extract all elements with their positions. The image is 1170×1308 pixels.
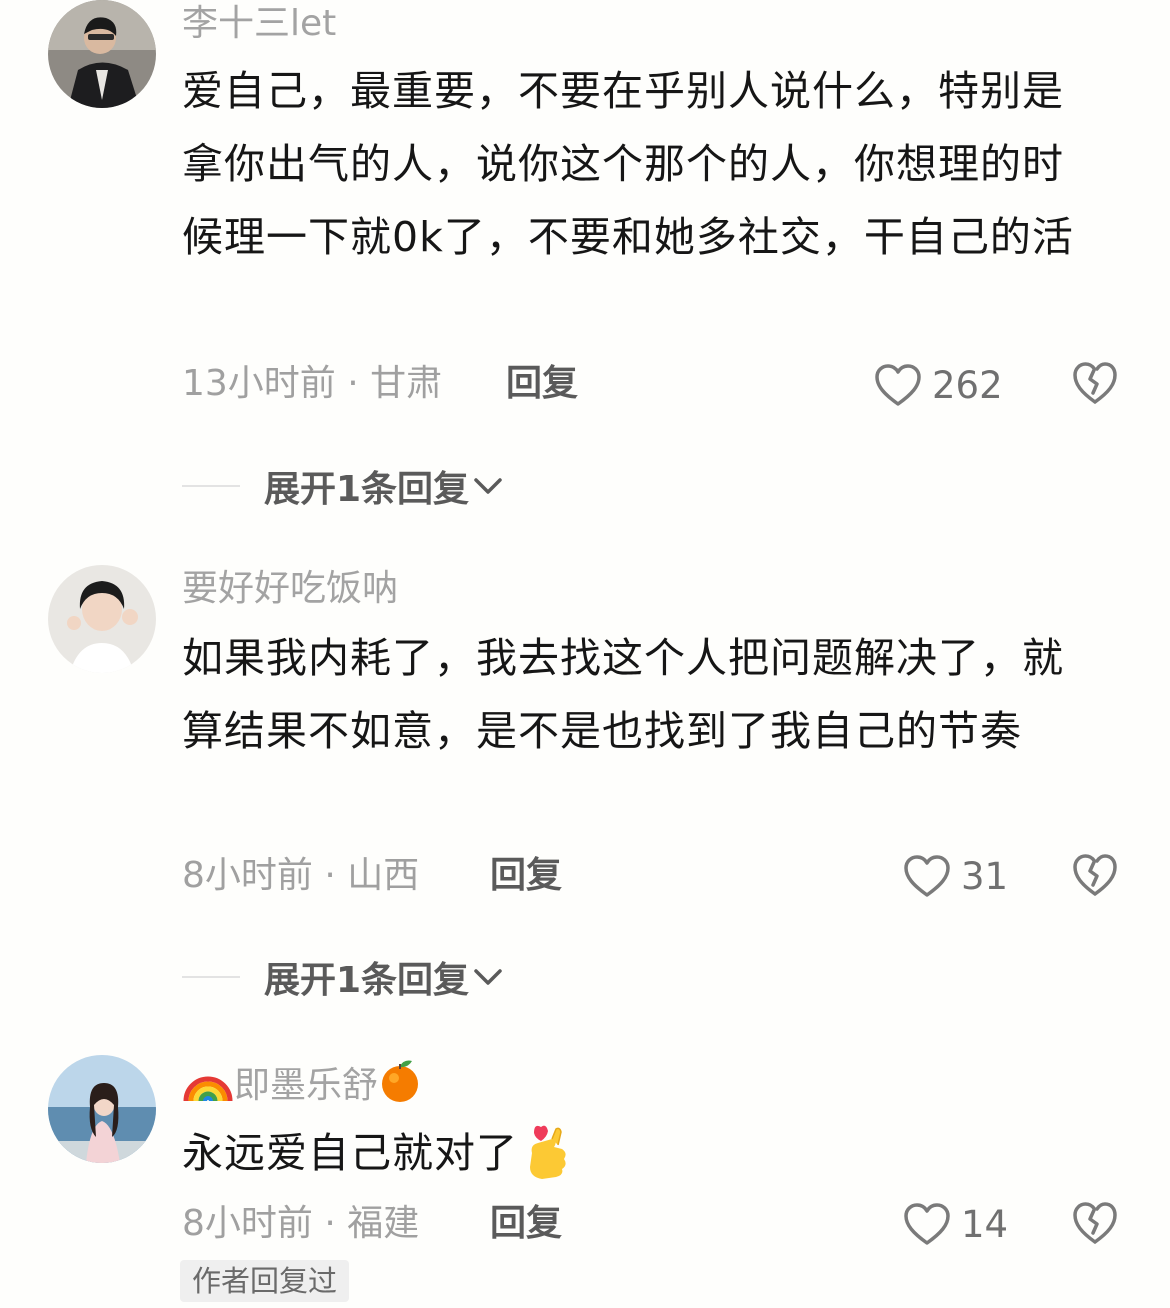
- comment-text-body: 永远爱自己就对了: [182, 1129, 518, 1177]
- heart-icon: [904, 855, 950, 897]
- dislike-button[interactable]: [1072, 1201, 1118, 1247]
- like-count: 262: [932, 363, 1003, 407]
- dislike-button[interactable]: [1072, 361, 1118, 407]
- comment-meta: 13小时前 · 甘肃: [182, 363, 443, 404]
- like-button[interactable]: 31: [903, 851, 1008, 901]
- expand-replies[interactable]: 展开1条回复: [182, 464, 503, 510]
- comment-text: 爱自己，最重要，不要在乎别人说什么，特别是拿你出气的人，说你这个那个的人，你想理…: [182, 67, 1074, 261]
- tangerine-icon: [378, 1057, 422, 1114]
- comment-text: 如果我内耗了，我去找这个人把问题解决了，就算结果不如意，是不是也找到了我自己的节…: [182, 634, 1064, 755]
- chevron-down-icon: [474, 969, 502, 985]
- comment-meta: 8小时前 · 山西: [182, 855, 420, 896]
- broken-heart-icon: [1073, 854, 1117, 896]
- broken-heart-icon: [1073, 362, 1117, 404]
- comment-username[interactable]: 即墨乐舒: [182, 1057, 422, 1114]
- rainbow-icon: [182, 1059, 234, 1114]
- heart-icon: [875, 364, 921, 406]
- avatar[interactable]: [48, 0, 156, 108]
- comment-text: 永远爱自己就对了: [182, 1117, 1102, 1206]
- expand-replies-label: 展开1条回复: [264, 469, 470, 510]
- dislike-button[interactable]: [1072, 853, 1118, 899]
- reply-button[interactable]: 回复: [490, 854, 562, 898]
- expand-replies[interactable]: 展开1条回复: [182, 955, 503, 1001]
- like-count: 14: [961, 1202, 1009, 1246]
- like-count: 31: [961, 854, 1009, 898]
- avatar[interactable]: [48, 565, 156, 673]
- divider: [182, 485, 240, 487]
- comment-meta: 8小时前 · 福建: [182, 1203, 420, 1244]
- username-text: 即墨乐舒: [234, 1065, 379, 1106]
- broken-heart-icon: [1073, 1202, 1117, 1244]
- like-button[interactable]: 262: [874, 360, 1003, 410]
- reply-button[interactable]: 回复: [490, 1202, 562, 1246]
- avatar[interactable]: [48, 1055, 156, 1163]
- divider: [182, 976, 240, 978]
- comment-username[interactable]: 要好好吃饭呐: [182, 567, 398, 611]
- like-button[interactable]: 14: [903, 1199, 1008, 1249]
- author-replied-badge: 作者回复过: [180, 1260, 350, 1302]
- finger-heart-icon: [524, 1119, 572, 1206]
- heart-icon: [904, 1203, 950, 1245]
- expand-replies-label: 展开1条回复: [264, 960, 470, 1001]
- comment-username[interactable]: 李十三let: [182, 2, 336, 46]
- chevron-down-icon: [474, 478, 502, 494]
- reply-button[interactable]: 回复: [506, 362, 578, 406]
